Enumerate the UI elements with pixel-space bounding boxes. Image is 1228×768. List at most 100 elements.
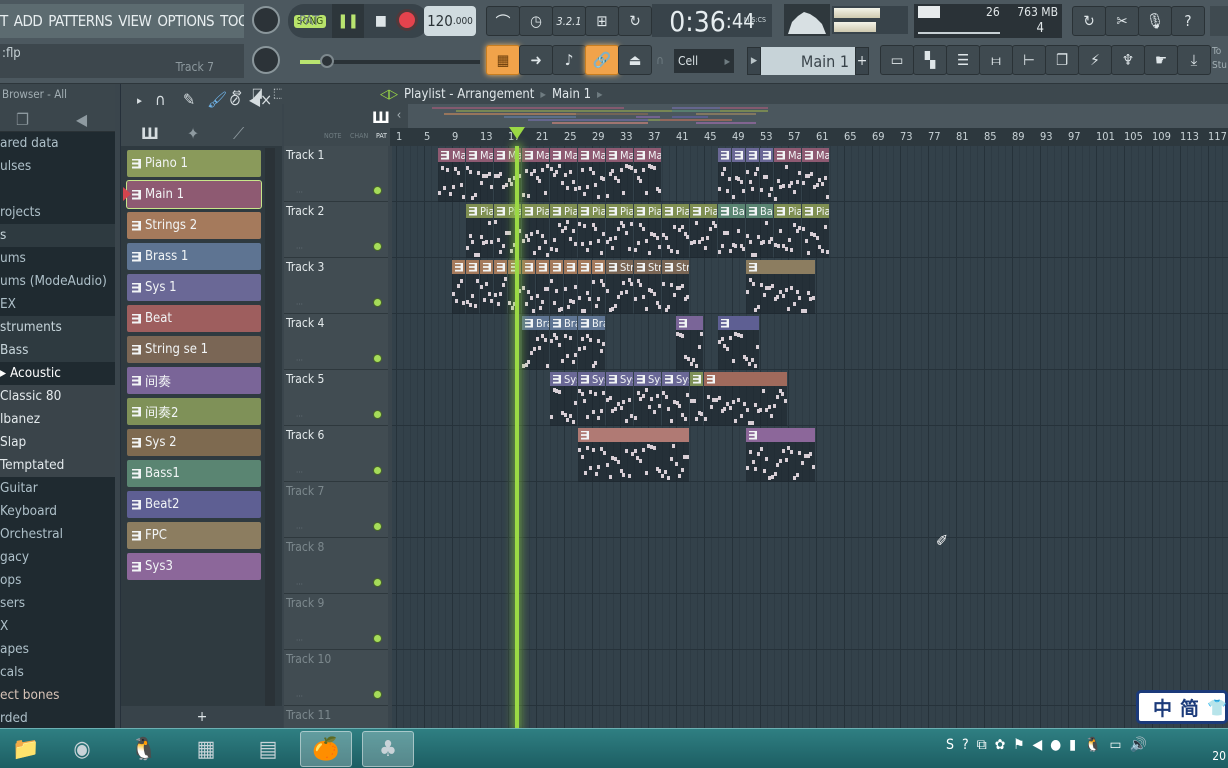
ruler-tick[interactable]: 9	[452, 130, 458, 143]
pattern-tab-icon[interactable]: Ш	[141, 124, 159, 143]
expand-icon[interactable]: ▸	[137, 94, 142, 107]
pattern-item[interactable]: Bass1	[127, 460, 261, 487]
track-header[interactable]: Track 3 ···	[284, 258, 388, 314]
playlist-clip[interactable]: Brass 1	[578, 316, 605, 370]
menu-item-add[interactable]: ADD	[14, 12, 43, 30]
track-mute-led[interactable]	[373, 522, 382, 531]
track-header[interactable]: Track 8 ···	[284, 538, 388, 594]
pattern-item[interactable]: Sys 1	[127, 274, 261, 301]
track-header[interactable]: Track 4 ···	[284, 314, 388, 370]
shirt-icon[interactable]: 👕	[1207, 698, 1227, 717]
track-name[interactable]: Track 11	[286, 708, 331, 722]
mixer-button[interactable]: ⧦	[979, 45, 1013, 75]
pat-song-toggle[interactable]: PAT SONG	[288, 4, 332, 38]
playlist-clip[interactable]: Sys 1	[634, 372, 661, 426]
menu-item-tools-partial[interactable]: T	[0, 12, 8, 30]
playlist-clip[interactable]	[746, 148, 759, 202]
ruler-tick[interactable]: 33	[620, 130, 633, 143]
browser-item[interactable]	[0, 178, 115, 201]
channel-rack-button[interactable]: ☰	[946, 45, 980, 75]
add-pattern-button[interactable]: +	[855, 47, 869, 75]
metronome-button[interactable]: ⌒	[486, 6, 520, 36]
playlist-clip[interactable]: Piano 1	[662, 204, 689, 258]
pattern-item[interactable]: Main 1	[126, 180, 262, 209]
ruler-tick[interactable]: 21	[536, 130, 549, 143]
track-options-icon[interactable]: ···	[296, 412, 303, 421]
taskbar-app-task-manager[interactable]: ▤	[242, 731, 294, 767]
news-panel[interactable]: To Stu	[1212, 45, 1227, 73]
playlist-clip[interactable]	[718, 316, 759, 370]
browser-item[interactable]: ▸ Acoustic	[0, 362, 115, 385]
tempo-field[interactable]: 120.000	[424, 6, 476, 36]
ruler-tick[interactable]: 37	[648, 130, 661, 143]
ime-language[interactable]: 中	[1153, 694, 1172, 721]
menu-item-patterns[interactable]: PATTERNS	[48, 12, 113, 30]
next-button[interactable]: ➜	[519, 45, 553, 75]
pattern-item[interactable]: Beat	[127, 305, 261, 332]
pattern-item[interactable]: Piano 1	[127, 150, 261, 177]
piano-roll-button[interactable]: ▚	[913, 45, 947, 75]
tray-icon[interactable]: S	[946, 737, 954, 753]
playlist-clip[interactable]	[732, 148, 745, 202]
ruler-tick[interactable]: 85	[984, 130, 997, 143]
track-header[interactable]: Track 5 ···	[284, 370, 388, 426]
taskbar-app-qq[interactable]: 🐧	[118, 731, 170, 767]
ruler-tick[interactable]: 49	[732, 130, 745, 143]
playlist-clip[interactable]: Sys 1	[578, 372, 605, 426]
master-pitch-knob[interactable]	[252, 46, 280, 74]
playlist-clip[interactable]	[746, 260, 815, 314]
ruler-tick[interactable]: 69	[872, 130, 885, 143]
playlist-clip[interactable]: Sys 1	[662, 372, 689, 426]
browser-item[interactable]: ums (ModeAudio)	[0, 270, 115, 293]
slice-icon[interactable]: ◪	[252, 86, 263, 101]
playlist-clip[interactable]	[676, 316, 703, 370]
help-button[interactable]: ?	[1171, 6, 1205, 36]
browser-item[interactable]: gacy	[0, 546, 115, 569]
scroll-left-button[interactable]: ‹	[390, 104, 408, 128]
track-header[interactable]: Track 10 ···	[284, 650, 388, 706]
playlist-clip[interactable]: Main 1	[438, 148, 465, 202]
pattern-item[interactable]: FPC	[127, 522, 261, 549]
ruler-tick[interactable]: 73	[900, 130, 913, 143]
tray-icon[interactable]: 🔊	[1130, 737, 1147, 753]
browser-item[interactable]: Classic 80	[0, 385, 115, 408]
track-options-icon[interactable]: ···	[296, 580, 303, 589]
playlist-clip[interactable]: Main 1	[802, 148, 829, 202]
link-button[interactable]: 🔗	[585, 45, 619, 75]
ruler-tick[interactable]: 25	[564, 130, 577, 143]
playlist-clip[interactable]: Piano 1	[690, 204, 717, 258]
speaker-icon[interactable]: ◁▷	[380, 87, 398, 102]
menu-item-options[interactable]: OPTIONS	[157, 12, 214, 30]
tray-icon[interactable]: 🐧	[1084, 737, 1101, 753]
multilink-button[interactable]: ⏏	[618, 45, 652, 75]
track-options-icon[interactable]: ···	[296, 636, 303, 645]
taskbar-app-control-panel[interactable]: ▦	[180, 731, 232, 767]
files-icon[interactable]: ❐	[16, 110, 29, 129]
ruler-tick[interactable]: 57	[788, 130, 801, 143]
ruler-tick[interactable]: 65	[844, 130, 857, 143]
playlist-clip[interactable]	[718, 148, 731, 202]
playlist-clip[interactable]: Stri...se 1	[606, 260, 633, 314]
pattern-item[interactable]: Beat2	[127, 491, 261, 518]
playlist-clip[interactable]	[522, 260, 535, 314]
browser-item[interactable]: ulses	[0, 155, 115, 178]
playlist-clip[interactable]	[746, 428, 815, 482]
browser-item[interactable]: s	[0, 224, 115, 247]
browser-item[interactable]: ared data	[0, 132, 115, 155]
playlist-clip[interactable]: Bass1	[746, 204, 773, 258]
browser-item[interactable]: ops	[0, 569, 115, 592]
slip-icon[interactable]: ⇔	[232, 86, 242, 101]
pattern-item[interactable]: Brass 1	[127, 243, 261, 270]
countdown-button[interactable]: 3.2.1	[552, 6, 586, 36]
ruler-tick[interactable]: 1	[396, 130, 402, 143]
playlist-clip[interactable]: Main 1	[550, 148, 577, 202]
tray-icon[interactable]: ⧉	[977, 737, 987, 753]
tray-icon[interactable]: ✿	[995, 737, 1006, 753]
browser-item[interactable]: Temptated	[0, 454, 115, 477]
touch-controller-button[interactable]: ☛	[1144, 45, 1178, 75]
browser-item[interactable]: EX	[0, 293, 115, 316]
menu-item-tools[interactable]: TOOLS	[220, 12, 244, 30]
playlist-clip[interactable]	[760, 148, 773, 202]
browser-item[interactable]: Orchestral	[0, 523, 115, 546]
ruler-tick[interactable]: 105	[1124, 130, 1143, 143]
